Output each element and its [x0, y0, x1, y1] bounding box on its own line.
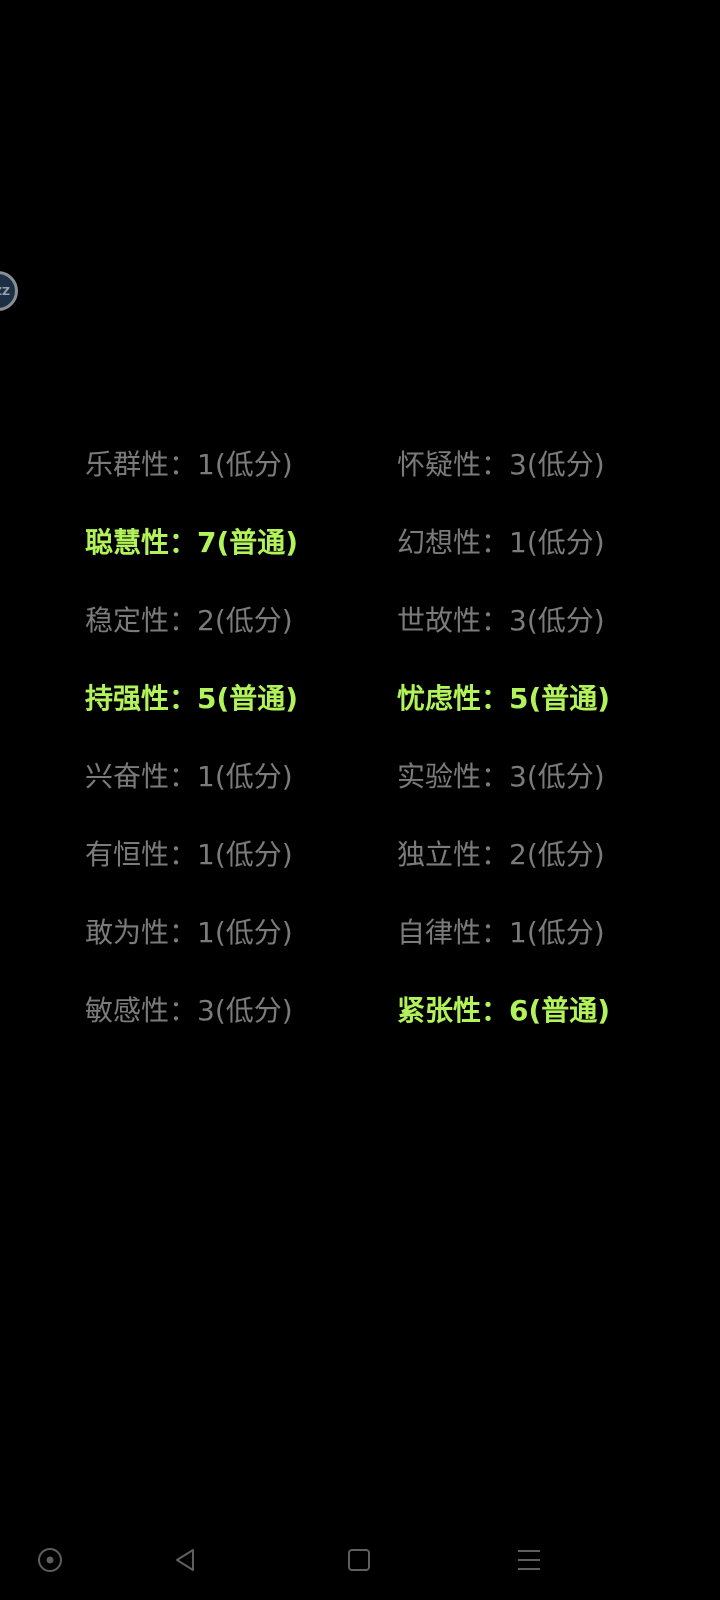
assistant-dot-button[interactable]	[30, 1540, 70, 1580]
home-button[interactable]	[339, 1540, 379, 1580]
score-row: 敏感性：3(低分) 紧张性：6(普通)	[0, 991, 720, 1069]
score-item-right: 怀疑性：3(低分)	[397, 448, 605, 481]
score-row: 有恒性：1(低分) 独立性：2(低分)	[0, 835, 720, 913]
score-item-right: 自律性：1(低分)	[397, 916, 605, 949]
score-item-left: 持强性：5(普通)	[85, 682, 299, 715]
score-item-right: 世故性：3(低分)	[397, 604, 605, 637]
score-row: 稳定性：2(低分) 世故性：3(低分)	[0, 601, 720, 679]
score-row: 持强性：5(普通) 忧虑性：5(普通)	[0, 679, 720, 757]
score-row: 乐群性：1(低分) 怀疑性：3(低分)	[0, 445, 720, 523]
score-row: 聪慧性：7(普通) 幻想性：1(低分)	[0, 523, 720, 601]
assistant-dot-icon	[38, 1548, 62, 1572]
personality-score-grid: 乐群性：1(低分) 怀疑性：3(低分) 聪慧性：7(普通) 幻想性：1(低分) …	[0, 445, 720, 1069]
score-item-right: 紧张性：6(普通)	[397, 994, 611, 1027]
score-item-left: 敏感性：3(低分)	[85, 994, 293, 1027]
score-item-right: 幻想性：1(低分)	[397, 526, 605, 559]
score-item-left: 有恒性：1(低分)	[85, 838, 293, 871]
score-item-right: 实验性：3(低分)	[397, 760, 605, 793]
menu-button[interactable]	[509, 1540, 549, 1580]
floating-bubble-label: ZZ	[0, 284, 10, 298]
home-square-icon	[348, 1549, 370, 1571]
back-button[interactable]	[165, 1540, 205, 1580]
score-row: 敢为性：1(低分) 自律性：1(低分)	[0, 913, 720, 991]
score-item-left: 乐群性：1(低分)	[85, 448, 293, 481]
score-item-right: 忧虑性：5(普通)	[397, 682, 611, 715]
menu-lines-icon	[518, 1550, 540, 1570]
system-navigation-bar	[0, 1520, 720, 1600]
back-triangle-icon	[176, 1549, 194, 1571]
app-screen: ZZ 乐群性：1(低分) 怀疑性：3(低分) 聪慧性：7(普通) 幻想性：1(低…	[0, 0, 720, 1600]
score-item-left: 兴奋性：1(低分)	[85, 760, 293, 793]
score-item-left: 聪慧性：7(普通)	[85, 526, 299, 559]
score-item-right: 独立性：2(低分)	[397, 838, 605, 871]
score-row: 兴奋性：1(低分) 实验性：3(低分)	[0, 757, 720, 835]
score-item-left: 稳定性：2(低分)	[85, 604, 293, 637]
score-item-left: 敢为性：1(低分)	[85, 916, 293, 949]
floating-assistant-bubble[interactable]: ZZ	[0, 271, 18, 311]
